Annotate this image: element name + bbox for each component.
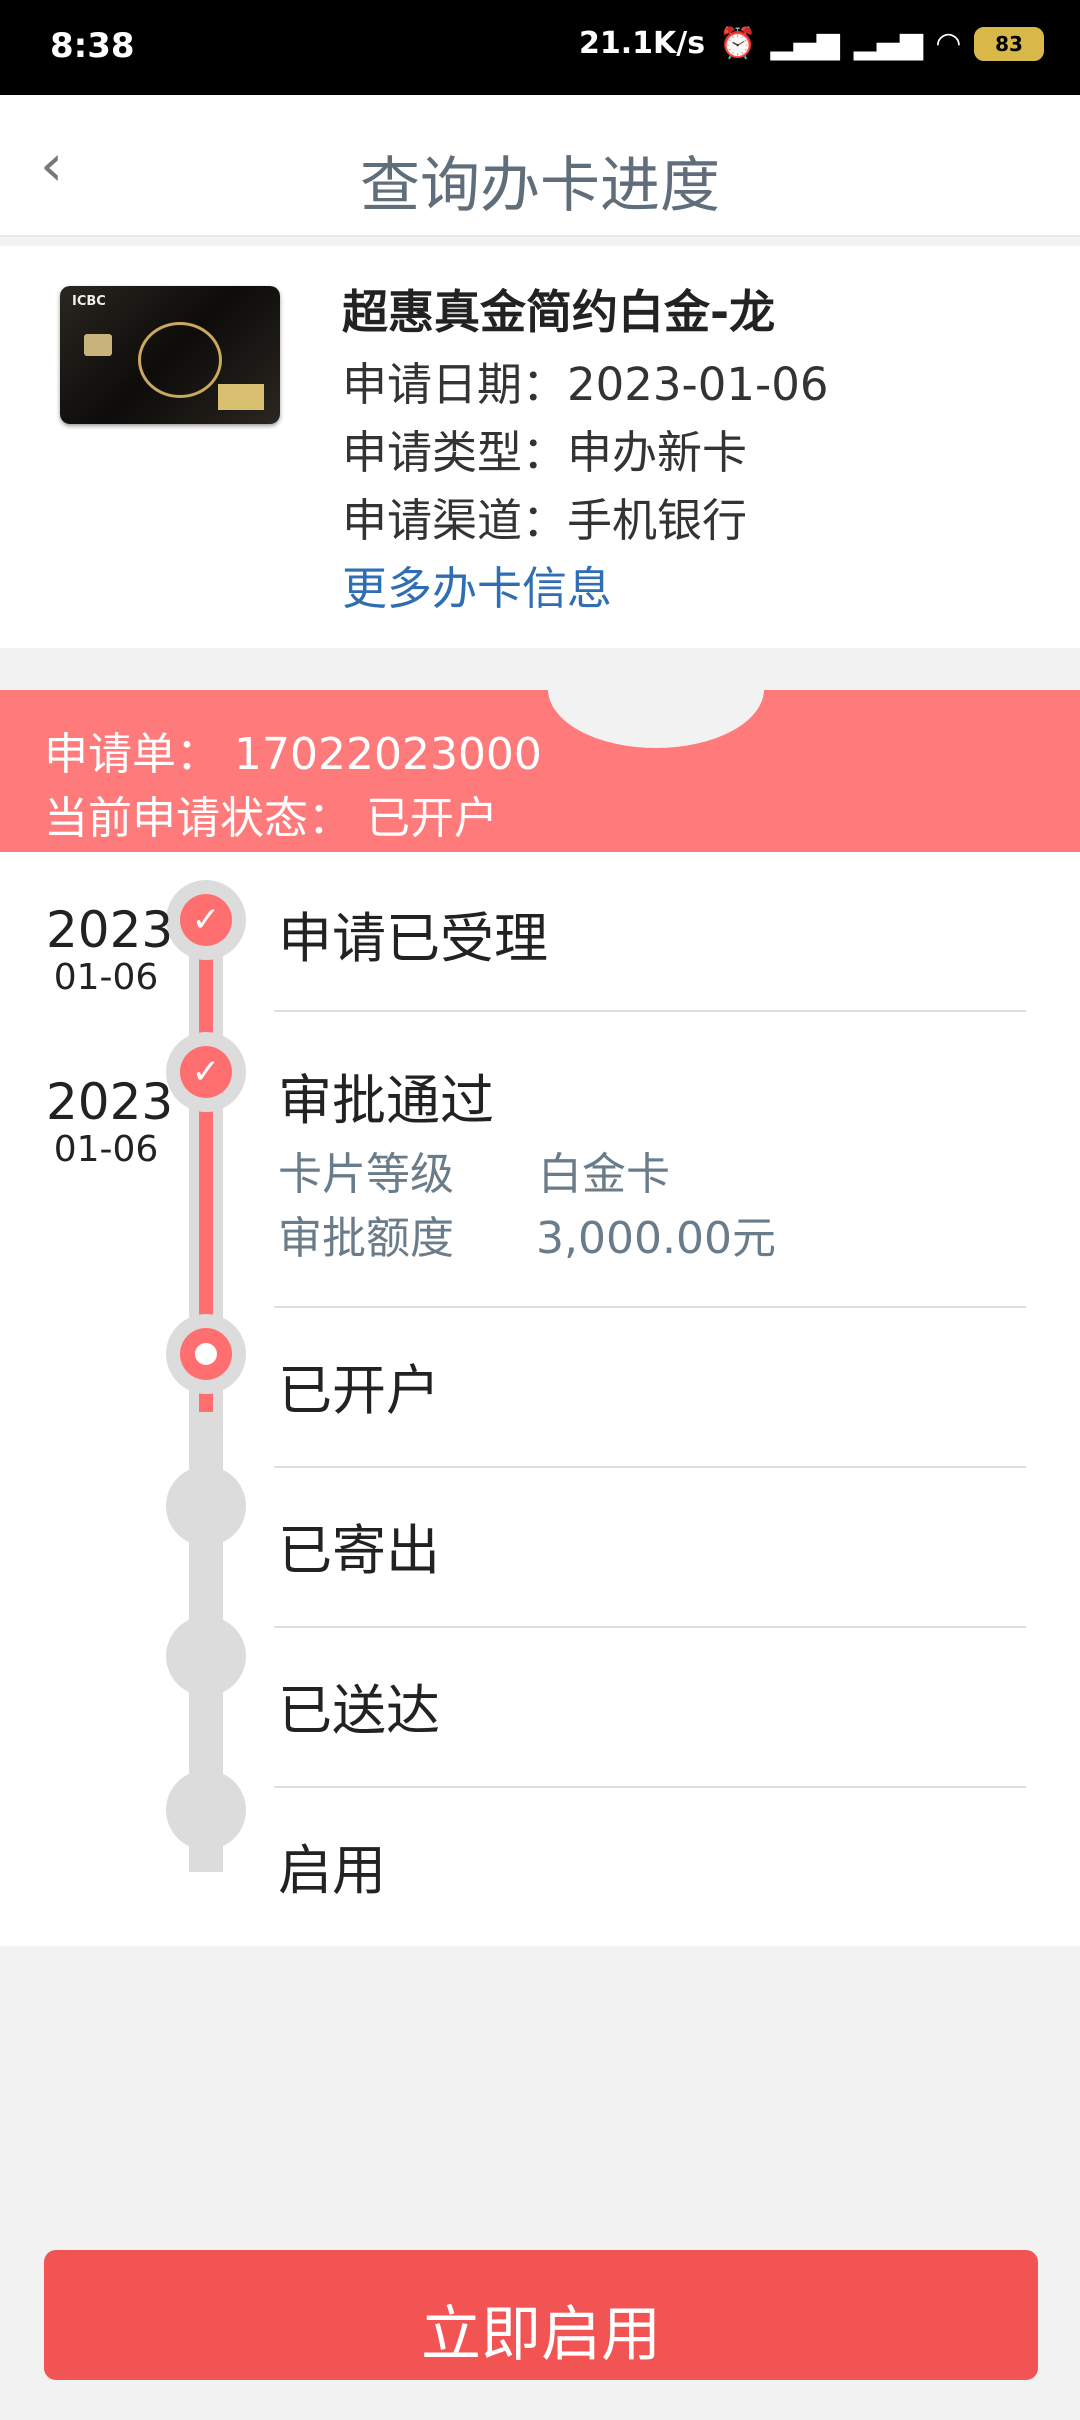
step-title: 启用 [278, 1839, 386, 1902]
step-node-pending [166, 1466, 246, 1546]
card-name: 超惠真金简约白金-龙 [342, 285, 776, 339]
card-chip-icon [84, 334, 112, 356]
apply-date: 申请日期：2023-01-06 [342, 358, 829, 411]
detail-label: 卡片等级 [278, 1149, 454, 1200]
divider [274, 1306, 1026, 1308]
step-node-done: ✓ [166, 1032, 246, 1112]
nav-bar: ‹ 查询办卡进度 [0, 95, 1080, 237]
step-month-day: 01-06 [53, 957, 159, 998]
credit-card-image: ICBC [60, 286, 280, 424]
step-node-done: ✓ [166, 880, 246, 960]
divider [274, 1786, 1026, 1788]
status-time: 8:38 [50, 26, 135, 66]
check-icon: ✓ [180, 894, 232, 946]
step-title: 审批通过 [278, 1069, 494, 1132]
apply-type: 申请类型：申办新卡 [342, 426, 748, 479]
status-icons: 21.1K/s ⏰ ▂▄▆ ▂▄▆ ◠ 83 [579, 26, 1044, 61]
card-brand-icon [218, 384, 264, 410]
step-year: 2023 [46, 901, 174, 959]
dragon-emblem-icon [138, 322, 222, 398]
step-node-pending [166, 1770, 246, 1850]
signal-icon: ▂▄▆ [770, 26, 840, 61]
divider [274, 1626, 1026, 1628]
enable-now-button[interactable]: 立即启用 [44, 2250, 1038, 2380]
more-card-info-link[interactable]: 更多办卡信息 [342, 552, 612, 617]
step-title: 已送达 [278, 1679, 440, 1742]
page-title: 查询办卡进度 [360, 151, 720, 221]
step-title: 已寄出 [278, 1519, 440, 1582]
detail-value: 3,000.00元 [536, 1213, 776, 1264]
step-title: 申请已受理 [278, 907, 548, 970]
card-info-panel: ICBC 超惠真金简约白金-龙 申请日期：2023-01-06 申请类型：申办新… [0, 246, 1080, 648]
alarm-icon: ⏰ [719, 26, 757, 61]
bank-logo-icon: ICBC [72, 294, 106, 309]
banner-notch [548, 688, 764, 748]
signal-icon-2: ▂▄▆ [853, 26, 923, 61]
application-status: 当前申请状态： 已开户 [44, 793, 498, 844]
application-banner: 申请单： 17022023000 当前申请状态： 已开户 [0, 688, 1080, 852]
progress-timeline: ✓ 2023 01-06 申请已受理 ✓ 2023 01-06 审批通过 卡片等… [0, 852, 1080, 1946]
divider [274, 1466, 1026, 1468]
step-node-current [166, 1314, 246, 1394]
detail-value: 白金卡 [538, 1149, 670, 1200]
status-bar: 8:38 21.1K/s ⏰ ▂▄▆ ▂▄▆ ◠ 83 [0, 0, 1080, 95]
dot-icon [195, 1343, 217, 1365]
detail-label: 审批额度 [278, 1213, 454, 1264]
wifi-icon: ◠ [936, 26, 960, 61]
step-node-pending [166, 1616, 246, 1696]
detail-row: 审批额度 3,000.00元 [278, 1202, 776, 1266]
net-speed: 21.1K/s [579, 26, 706, 61]
step-date: 2023 01-06 [46, 1073, 174, 1170]
current-dot-icon [180, 1328, 232, 1380]
detail-row: 卡片等级 白金卡 [278, 1138, 670, 1202]
apply-channel: 申请渠道：手机银行 [342, 494, 748, 547]
check-icon: ✓ [180, 1046, 232, 1098]
battery-icon: 83 [974, 26, 1044, 61]
step-year: 2023 [46, 1073, 174, 1131]
divider [274, 1010, 1026, 1012]
step-date: 2023 01-06 [46, 901, 174, 998]
application-number: 申请单： 17022023000 [44, 729, 542, 780]
step-month-day: 01-06 [53, 1129, 159, 1170]
step-title: 已开户 [278, 1359, 440, 1422]
